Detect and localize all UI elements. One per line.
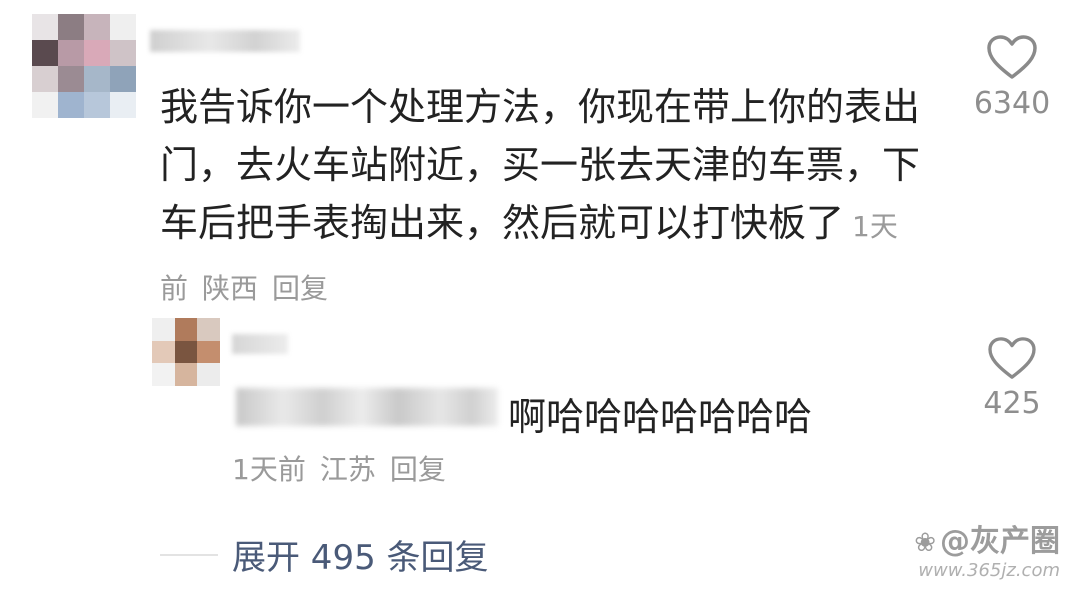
reply-avatar[interactable] <box>152 318 220 386</box>
comment-location: 陕西 <box>202 272 259 305</box>
watermark: ❀ @灰产圈 www.365jz.com <box>914 516 1060 581</box>
reply-location: 江苏 <box>319 453 376 486</box>
reply-like-count: 425 <box>983 386 1041 421</box>
expand-divider <box>160 554 218 556</box>
comment-body: 我告诉你一个处理方法，你现在带上你的表出门，去火车站附近，买一张去天津的车票，下… <box>160 78 920 318</box>
reply-text: 啊哈哈哈哈哈哈哈 <box>508 395 813 439</box>
reply-author-name[interactable] <box>232 334 288 354</box>
reply-reply-button[interactable]: 回复 <box>390 453 446 486</box>
reply-like[interactable]: 425 <box>972 336 1052 421</box>
reply-mention[interactable] <box>236 388 498 426</box>
expand-replies-button[interactable]: 展开 495 条回复 <box>232 530 489 579</box>
commenter-avatar[interactable] <box>32 14 136 118</box>
comment-text: 我告诉你一个处理方法，你现在带上你的表出门，去火车站附近，买一张去天津的车票，下… <box>160 85 921 245</box>
heart-outline-icon[interactable] <box>986 34 1038 80</box>
watermark-brand-row: ❀ @灰产圈 <box>914 516 1060 560</box>
commenter-name[interactable] <box>150 30 300 52</box>
comment-reply-button[interactable]: 回复 <box>272 272 328 305</box>
paw-icon: ❀ <box>914 528 936 558</box>
watermark-url: www.365jz.com <box>918 560 1060 581</box>
reply-time: 1天前 <box>232 453 306 486</box>
watermark-brand: @灰产圈 <box>940 524 1060 559</box>
reply-meta: 1天前 江苏 回复 <box>232 448 460 488</box>
heart-outline-icon[interactable] <box>987 336 1037 380</box>
comment-like-count: 6340 <box>973 86 1051 121</box>
comment-like[interactable]: 6340 <box>972 34 1052 121</box>
